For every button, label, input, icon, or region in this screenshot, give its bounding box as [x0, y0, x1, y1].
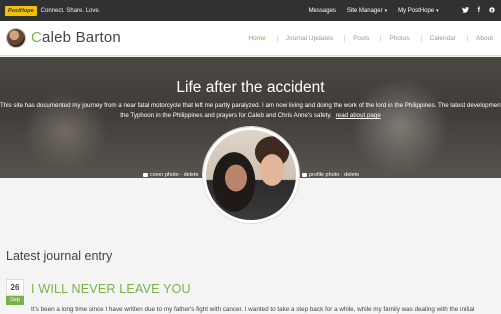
tab-posts[interactable]: Posts — [344, 35, 369, 42]
chevron-down-icon: ▾ — [436, 7, 439, 14]
profile-tabs: Home Journal Updates Posts Photos Calend… — [237, 35, 493, 42]
messages-link[interactable]: Messages — [309, 8, 336, 14]
chevron-down-icon: ▾ — [384, 7, 388, 14]
tab-journal-updates[interactable]: Journal Updates — [276, 35, 333, 42]
tab-photos[interactable]: Photos — [380, 35, 410, 42]
my-posthope-menu[interactable]: My PostHope ▾ — [398, 8, 439, 14]
read-more-link[interactable]: read about page — [336, 112, 381, 119]
twitter-icon[interactable] — [461, 6, 469, 15]
top-nav-links: Messages Site Manager ▾ My PostHope ▾ f p — [298, 0, 501, 21]
site-title: Life after the accident — [176, 79, 325, 96]
top-navigation-bar: PostHope Connect. Share. Love. Messages … — [0, 0, 501, 21]
facebook-icon[interactable]: f — [478, 7, 480, 14]
pinterest-icon[interactable]: p — [489, 6, 495, 15]
date-day: 26 — [6, 279, 24, 296]
tab-about[interactable]: About — [467, 35, 493, 42]
social-icons: f p — [453, 6, 495, 15]
profile-header: Caleb Barton Home Journal Updates Posts … — [0, 21, 501, 56]
site-description: This site has documented my journey from… — [0, 102, 501, 119]
tab-home[interactable]: Home — [248, 35, 265, 42]
profile-photo[interactable] — [203, 127, 299, 223]
posthope-logo[interactable]: PostHope — [5, 5, 37, 16]
date-month: Sep — [6, 296, 24, 305]
date-badge: 26 Sep — [6, 279, 24, 306]
profile-name[interactable]: Caleb Barton — [31, 29, 121, 46]
section-title: Latest journal entry — [6, 249, 113, 263]
journal-entry-excerpt: It's been a long time since I have writt… — [31, 306, 475, 313]
svg-text:p: p — [491, 7, 494, 12]
site-manager-menu[interactable]: Site Manager ▾ — [347, 8, 387, 14]
journal-entry-title[interactable]: I WILL NEVER LEAVE YOU — [31, 282, 191, 296]
avatar[interactable] — [6, 28, 26, 48]
site-tagline: Connect. Share. Love. — [40, 7, 101, 14]
tab-calendar[interactable]: Calendar — [420, 35, 456, 42]
camera-icon — [302, 172, 307, 177]
camera-icon — [143, 172, 148, 177]
